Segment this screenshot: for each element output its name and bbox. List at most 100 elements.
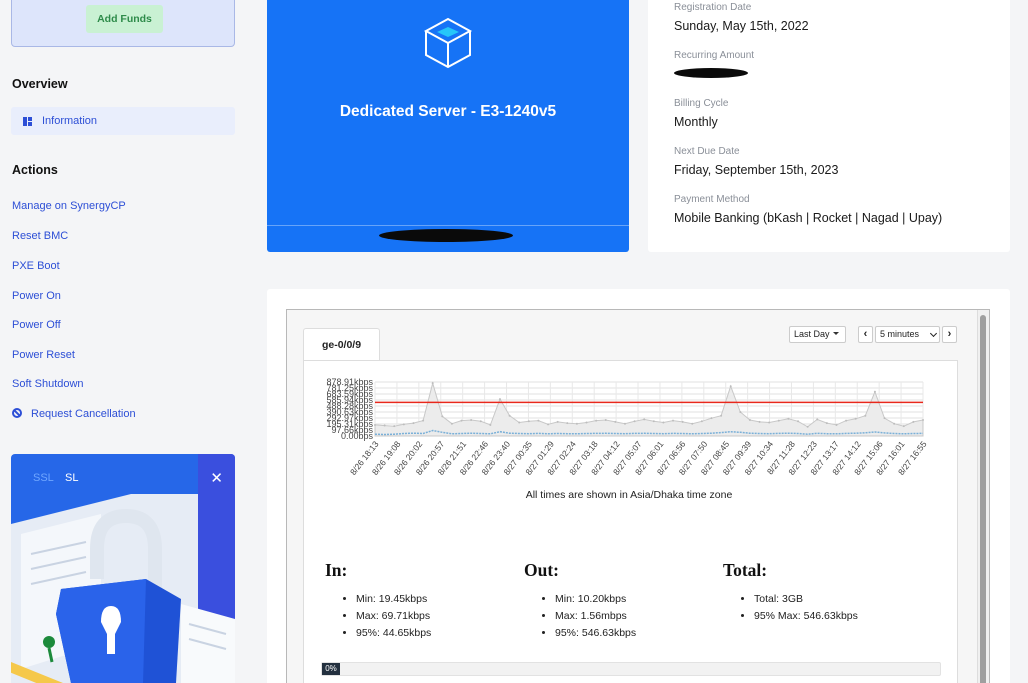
cube-icon	[423, 17, 473, 69]
recurring-amount-label: Recurring Amount	[674, 50, 755, 61]
action-label: Request Cancellation	[31, 408, 136, 420]
series-in-point	[681, 420, 684, 423]
action-power-off[interactable]: Power Off	[12, 319, 61, 331]
graph-frame: ge-0/0/9 Last Day ‹ 5 minutes › 878.91kb…	[286, 309, 990, 683]
ban-icon	[12, 408, 22, 418]
action-power-on[interactable]: Power On	[12, 290, 61, 302]
series-in-point	[518, 421, 521, 424]
series-in-point	[441, 415, 444, 418]
series-in-point	[547, 423, 550, 426]
series-in-point	[710, 417, 713, 420]
action-power-reset[interactable]: Power Reset	[12, 349, 75, 361]
prev-button[interactable]: ‹	[858, 326, 873, 343]
series-in-point	[797, 420, 800, 423]
billing-cycle-value: Monthly	[674, 115, 718, 129]
series-in-point	[393, 425, 396, 428]
series-in-point	[566, 422, 569, 425]
action-reset-bmc[interactable]: Reset BMC	[12, 230, 68, 242]
next-due-date-label: Next Due Date	[674, 146, 740, 157]
progress-fill: 0%	[322, 663, 340, 675]
server-title: Dedicated Server - E3-1240v5	[339, 103, 557, 120]
tab-interface[interactable]: ge-0/0/9	[303, 328, 380, 361]
stat-item: Min: 10.20kbps	[555, 591, 636, 608]
dashboard-icon	[23, 116, 32, 126]
series-in-point	[595, 419, 598, 422]
series-in-point	[720, 414, 723, 417]
series-in-point	[864, 414, 867, 417]
bandwidth-graph-card: ge-0/0/9 Last Day ‹ 5 minutes › 878.91kb…	[267, 289, 1010, 683]
series-in-point	[768, 421, 771, 424]
next-button[interactable]: ›	[942, 326, 957, 343]
series-in-point	[450, 422, 453, 425]
series-in-point	[691, 422, 694, 425]
series-in-point	[537, 419, 540, 422]
scrollbar[interactable]	[977, 310, 989, 683]
sidebar-item-information[interactable]: Information	[11, 107, 235, 135]
payment-method-label: Payment Method	[674, 194, 750, 205]
redacted-mark	[674, 68, 748, 78]
y-tick-label: 0.00bps	[341, 431, 374, 441]
action-request-cancellation[interactable]: Request Cancellation	[12, 408, 136, 420]
interval-select[interactable]: 5 minutes	[875, 326, 940, 343]
series-in-point	[893, 422, 896, 425]
series-in-point	[845, 419, 848, 422]
series-in-point	[383, 424, 386, 427]
series-in-point	[527, 420, 530, 423]
series-in-point	[912, 420, 915, 423]
chevron-down-icon	[929, 329, 938, 338]
stats-out: Out: Min: 10.20kbps Max: 1.56mbps 95%: 5…	[524, 560, 636, 642]
scrollbar-thumb[interactable]	[980, 315, 986, 683]
promo-sl-text: SL	[65, 472, 79, 484]
series-in-point	[883, 417, 886, 420]
series-in-point	[412, 422, 415, 425]
series-in-point	[835, 423, 838, 426]
series-in-point	[854, 417, 857, 420]
interval-value: 5 minutes	[880, 329, 920, 339]
caret-down-icon	[832, 332, 839, 335]
ssl-promo-banner[interactable]: ✕ SSL SL	[11, 454, 235, 683]
stat-item: Min: 19.45kbps	[356, 591, 431, 608]
bandwidth-chart: 878.91kbps781.25kbps683.59kbps585.94kbps…	[326, 378, 928, 477]
series-in-point	[758, 420, 761, 423]
series-in-point	[470, 419, 473, 422]
server-card: Dedicated Server - E3-1240v5	[267, 0, 629, 252]
padlock-illustration	[11, 494, 235, 683]
period-value: Last Day	[794, 329, 830, 339]
series-in-point	[489, 423, 492, 426]
billing-cycle-label: Billing Cycle	[674, 98, 729, 109]
period-dropdown[interactable]: Last Day	[789, 326, 846, 343]
series-in-point	[739, 411, 742, 414]
add-funds-button[interactable]: Add Funds	[86, 5, 163, 33]
progress-bar: 0%	[321, 662, 941, 676]
actions-title: Actions	[12, 163, 58, 177]
timezone-note: All times are shown in Asia/Dhaka time z…	[525, 489, 733, 501]
series-in-point	[787, 417, 790, 420]
close-icon[interactable]: ✕	[210, 469, 223, 487]
stat-item: 95%: 546.63kbps	[555, 625, 636, 642]
billing-details-card: Registration Date Sunday, May 15th, 2022…	[648, 0, 1010, 252]
series-in-point	[508, 414, 511, 417]
stat-item: Total: 3GB	[754, 591, 858, 608]
series-in-point	[623, 422, 626, 425]
action-manage-synergycp[interactable]: Manage on SynergyCP	[12, 200, 126, 212]
sidebar-item-label: Information	[42, 115, 98, 127]
action-soft-shutdown[interactable]: Soft Shutdown	[12, 378, 84, 390]
stats-total: Total: Total: 3GB 95% Max: 546.63kbps	[723, 560, 858, 625]
series-in-point	[816, 418, 819, 421]
stat-item: Max: 1.56mbps	[555, 608, 636, 625]
stats-in-title: In:	[325, 560, 348, 580]
promo-ssl-text: SSL	[33, 472, 54, 484]
payment-method-value: Mobile Banking (bKash | Rocket | Nagad |…	[674, 211, 943, 225]
series-in-point	[556, 420, 559, 423]
series-in-point	[431, 382, 434, 385]
series-in-point	[777, 419, 780, 422]
series-in-point	[633, 420, 636, 423]
series-in-point	[374, 423, 376, 426]
action-pxe-boot[interactable]: PXE Boot	[12, 260, 60, 272]
overview-title: Overview	[12, 77, 68, 91]
stats-in: In: Min: 19.45kbps Max: 69.71kbps 95%: 4…	[325, 560, 431, 642]
registration-date-label: Registration Date	[674, 2, 752, 13]
series-in-point	[806, 425, 809, 428]
series-in-area	[374, 381, 924, 437]
series-in-point	[873, 390, 876, 393]
